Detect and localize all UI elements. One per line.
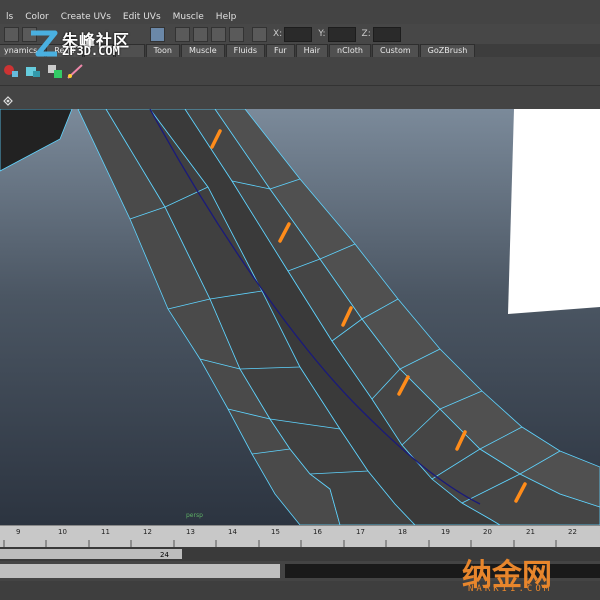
tick-label: 21 [526, 528, 535, 536]
range-bar[interactable] [0, 549, 182, 559]
watermark-narkii: 纳金网 NARKII.COM [458, 550, 598, 598]
tick-label: 12 [143, 528, 152, 536]
time-ruler [3, 540, 557, 548]
camera-label: persp [186, 512, 203, 519]
watermark-top-en: ZF3D.COM [62, 44, 120, 58]
tick-label: 9 [16, 528, 21, 536]
input-line-icon[interactable] [252, 26, 267, 42]
tick-label: 22 [568, 528, 577, 536]
x-field[interactable] [284, 26, 313, 42]
camera-tools-icon[interactable] [3, 96, 13, 106]
tick-label: 15 [271, 528, 280, 536]
mesh-wireframe [0, 109, 600, 525]
tick-label: 14 [228, 528, 237, 536]
z-label: Z: [361, 29, 371, 39]
menu-item-edit-uvs[interactable]: Edit UVs [123, 12, 161, 22]
time-slider[interactable]: 9 10 11 12 13 14 15 16 17 18 19 20 21 22 [0, 525, 600, 548]
command-input[interactable] [0, 564, 280, 578]
tick-label: 13 [186, 528, 195, 536]
x-label: X: [273, 29, 283, 39]
tick-label: 19 [441, 528, 450, 536]
history-icon[interactable] [175, 26, 190, 42]
render-settings-icon[interactable] [229, 26, 244, 42]
zf3d-logo-icon [31, 30, 58, 57]
tab-muscle[interactable]: Muscle [180, 44, 225, 57]
watermark-bottom-en: NARKII.COM [468, 584, 553, 594]
y-label: Y: [318, 29, 326, 39]
y-field[interactable] [327, 26, 356, 42]
tab-fur[interactable]: Fur [266, 44, 295, 57]
panel-toolbar [0, 85, 600, 110]
tick-label: 11 [101, 528, 110, 536]
menu-item-create-uvs[interactable]: Create UVs [61, 12, 111, 22]
menu-item-muscle[interactable]: Muscle [173, 12, 204, 22]
tab-fluids[interactable]: Fluids [225, 44, 266, 57]
viewport-persp[interactable]: persp [0, 109, 600, 525]
select-mode-icon[interactable] [4, 26, 19, 42]
tick-label: 20 [483, 528, 492, 536]
watermark-zf3d: 朱峰社区 ZF3D.COM [28, 28, 148, 68]
tick-label: 18 [398, 528, 407, 536]
tab-hair[interactable]: Hair [295, 44, 328, 57]
menu-item-help[interactable]: Help [216, 12, 237, 22]
tick-label: 10 [58, 528, 67, 536]
tab-toon[interactable]: Toon [145, 44, 180, 57]
menu-item-color[interactable]: Color [25, 12, 49, 22]
range-end-value: 24 [160, 551, 169, 559]
poly-sphere-icon[interactable] [2, 62, 20, 80]
tab-custom[interactable]: Custom [371, 44, 419, 57]
snap-icon[interactable] [150, 26, 165, 42]
tick-label: 17 [356, 528, 365, 536]
ipr-render-icon[interactable] [211, 26, 226, 42]
menu-bar: ls Color Create UVs Edit UVs Muscle Help [0, 10, 600, 24]
tick-label: 16 [313, 528, 322, 536]
render-icon[interactable] [193, 26, 208, 42]
tab-ncloth[interactable]: nCloth [329, 44, 371, 57]
z-field[interactable] [372, 26, 401, 42]
tab-gozbrush[interactable]: GoZBrush [419, 44, 476, 57]
menu-item-polygons[interactable]: ls [6, 12, 13, 22]
